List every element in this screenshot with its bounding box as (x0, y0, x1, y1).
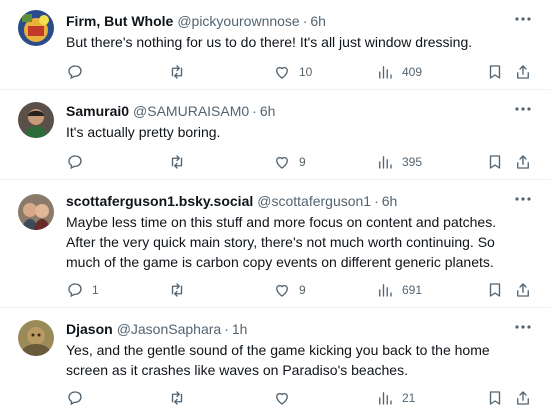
user-handle[interactable]: @pickyourownnose (177, 13, 299, 29)
post-text: It's actually pretty boring. (66, 124, 221, 140)
like-button[interactable]: 9 (273, 280, 306, 300)
post-header: scottaferguson1.bsky.social @scottafergus… (66, 192, 397, 210)
post[interactable]: Djason @JasonSaphara · 1h Yes, and the gent… (0, 308, 550, 418)
post-time[interactable]: 6h (260, 103, 276, 119)
reply-icon (66, 389, 84, 407)
share-button[interactable] (514, 388, 532, 408)
like-icon (273, 63, 291, 81)
display-name[interactable]: scottaferguson1.bsky.social (66, 193, 253, 209)
separator-dot: · (302, 13, 308, 29)
post[interactable]: scottaferguson1.bsky.social @scottafergus… (0, 180, 550, 308)
avatar[interactable] (18, 10, 54, 46)
reply-count: 1 (92, 283, 99, 297)
views-button[interactable]: 409 (376, 62, 422, 82)
repost-button[interactable] (168, 388, 194, 408)
bookmark-button[interactable] (486, 388, 504, 408)
reply-button[interactable] (66, 62, 92, 82)
like-icon (273, 389, 291, 407)
repost-button[interactable] (168, 152, 194, 172)
post-time[interactable]: 6h (310, 13, 326, 29)
like-button[interactable]: 9 (273, 152, 306, 172)
like-button[interactable]: 10 (273, 62, 312, 82)
like-count: 10 (299, 65, 313, 79)
separator-dot: · (374, 193, 379, 209)
post-text: But there's nothing for us to do there! … (66, 34, 473, 50)
repost-icon (168, 389, 186, 407)
display-name[interactable]: Djason (66, 321, 113, 337)
share-icon (514, 63, 532, 81)
share-icon (514, 389, 532, 407)
post[interactable]: Samurai0 @SAMURAISAM0 · 6h It's actually pr… (0, 90, 550, 180)
view-count: 21 (402, 391, 416, 405)
views-icon (376, 389, 394, 407)
action-bar: 9 395 (60, 152, 540, 172)
post-time[interactable]: 1h (232, 321, 248, 337)
views-button[interactable]: 395 (376, 152, 422, 172)
like-icon (273, 153, 291, 171)
reply-button[interactable]: 1 (66, 280, 99, 300)
user-handle[interactable]: @scottaferguson1 (257, 193, 371, 209)
post[interactable]: Firm, But Whole @pickyourownnose · 6h But t… (0, 0, 550, 90)
action-bar: 21 (60, 388, 540, 408)
bookmark-icon (486, 281, 504, 299)
like-icon (273, 281, 291, 299)
avatar[interactable] (18, 194, 54, 230)
user-handle[interactable]: @SAMURAISAM0 (133, 103, 249, 119)
post-time[interactable]: 6h (382, 193, 398, 209)
repost-icon (168, 153, 186, 171)
views-button[interactable]: 691 (376, 280, 422, 300)
views-icon (376, 63, 394, 81)
post-text: Maybe less time on this stuff and more f… (66, 214, 497, 270)
repost-icon (168, 63, 186, 81)
display-name[interactable]: Firm, But Whole (66, 13, 173, 29)
separator-dot: · (224, 321, 229, 337)
avatar[interactable] (18, 320, 54, 356)
share-button[interactable] (514, 62, 532, 82)
post-text: Yes, and the gentle sound of the game ki… (66, 342, 490, 378)
reply-feed: Firm, But Whole @pickyourownnose · 6h But t… (0, 0, 550, 418)
avatar[interactable] (18, 102, 54, 138)
action-bar: 10 409 (60, 62, 540, 82)
bookmark-button[interactable] (486, 152, 504, 172)
repost-button[interactable] (168, 62, 194, 82)
share-button[interactable] (514, 152, 532, 172)
reply-icon (66, 281, 84, 299)
bookmark-icon (486, 153, 504, 171)
action-bar: 1 9 691 (60, 280, 540, 300)
like-button[interactable] (273, 388, 299, 408)
more-icon[interactable] (514, 192, 532, 206)
more-icon[interactable] (514, 12, 532, 26)
bookmark-button[interactable] (486, 280, 504, 300)
view-count: 395 (402, 155, 423, 169)
reply-icon (66, 63, 84, 81)
views-icon (376, 153, 394, 171)
bookmark-icon (486, 63, 504, 81)
reply-icon (66, 153, 84, 171)
bookmark-button[interactable] (486, 62, 504, 82)
more-icon[interactable] (514, 320, 532, 334)
more-icon[interactable] (514, 102, 532, 116)
like-count: 9 (299, 155, 306, 169)
reply-button[interactable] (66, 388, 92, 408)
views-button[interactable]: 21 (376, 388, 415, 408)
share-icon (514, 153, 532, 171)
view-count: 409 (402, 65, 423, 79)
share-icon (514, 281, 532, 299)
post-header: Samurai0 @SAMURAISAM0 · 6h (66, 102, 275, 120)
bookmark-icon (486, 389, 504, 407)
repost-button[interactable] (168, 280, 194, 300)
post-header: Djason @JasonSaphara · 1h (66, 320, 247, 338)
repost-icon (168, 281, 186, 299)
post-header: Firm, But Whole @pickyourownnose · 6h (66, 12, 326, 30)
view-count: 691 (402, 283, 423, 297)
views-icon (376, 281, 394, 299)
like-count: 9 (299, 283, 306, 297)
user-handle[interactable]: @JasonSaphara (117, 321, 222, 337)
reply-button[interactable] (66, 152, 92, 172)
separator-dot: · (252, 103, 257, 119)
share-button[interactable] (514, 280, 532, 300)
display-name[interactable]: Samurai0 (66, 103, 129, 119)
